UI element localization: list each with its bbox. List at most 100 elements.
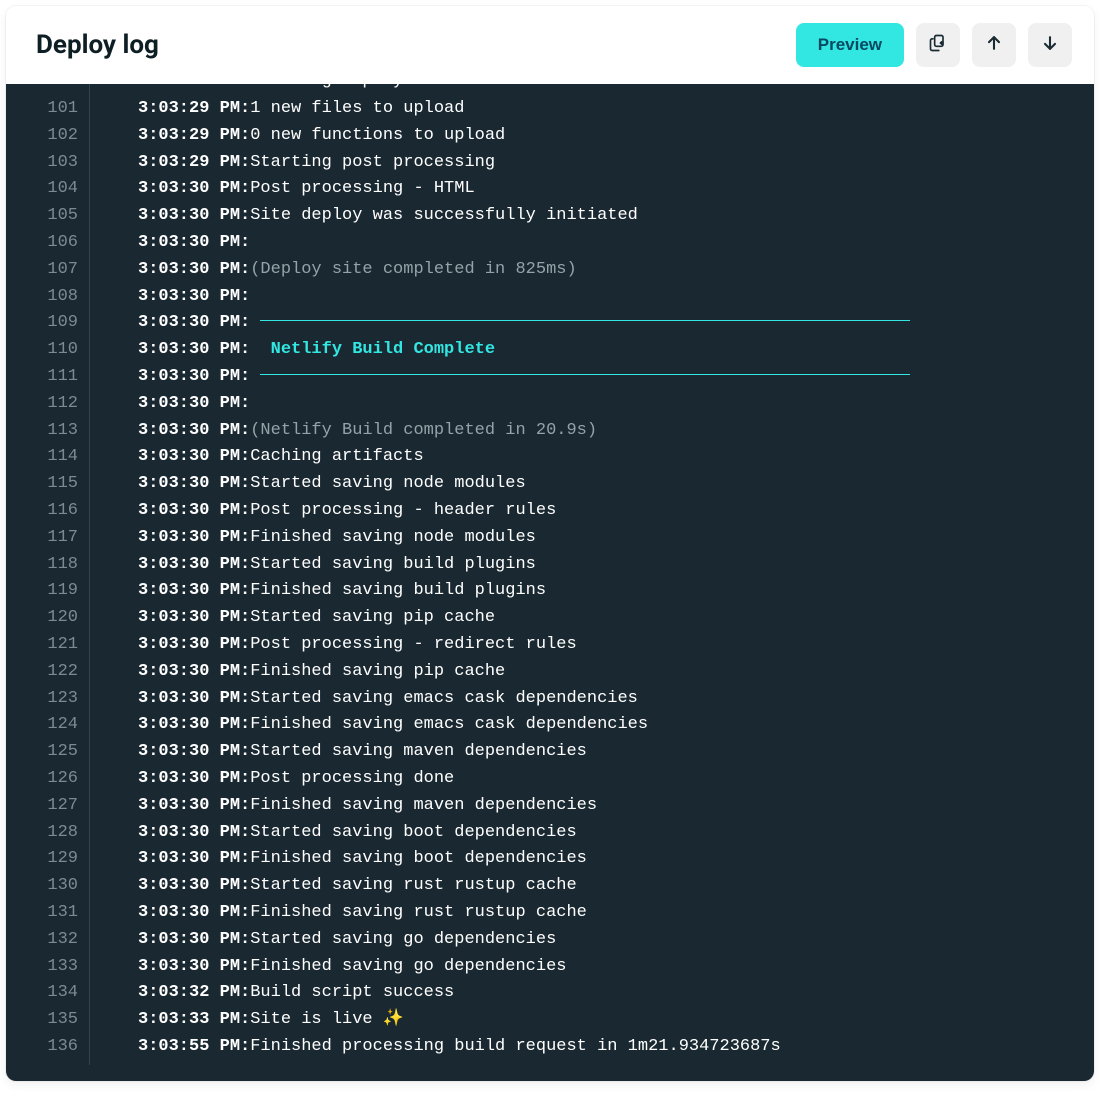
log-content: 3:03:30 PM: Netlify Build Complete (90, 337, 1070, 364)
log-line[interactable]: 1113:03:30 PM: (6, 364, 1070, 391)
log-message: Build script success (250, 980, 454, 1007)
line-number: 100 (6, 84, 90, 95)
log-content: 3:03:30 PM: (90, 310, 1070, 337)
log-line[interactable]: 1303:03:30 PM: Started saving rust rustu… (6, 873, 1070, 900)
log-line[interactable]: 1173:03:30 PM: Finished saving node modu… (6, 525, 1070, 552)
log-line[interactable]: 1233:03:30 PM: Started saving emacs cask… (6, 686, 1070, 713)
log-line[interactable]: 1273:03:30 PM: Finished saving maven dep… (6, 793, 1070, 820)
log-line[interactable]: 1243:03:30 PM: Finished saving emacs cas… (6, 712, 1070, 739)
copy-log-button[interactable] (916, 23, 960, 67)
log-line[interactable]: 1163:03:30 PM: Post processing - header … (6, 498, 1070, 525)
log-line[interactable]: 1323:03:30 PM: Started saving go depende… (6, 927, 1070, 954)
log-line[interactable]: 1343:03:32 PM: Build script success (6, 980, 1070, 1007)
log-line[interactable]: 1183:03:30 PM: Started saving build plug… (6, 552, 1070, 579)
scroll-top-button[interactable] (972, 23, 1016, 67)
log-timestamp: 3:03:30 PM: (138, 739, 250, 766)
log-line[interactable]: 1013:03:29 PM: 1 new files to upload (6, 96, 1070, 123)
log-message: Post processing - HTML (250, 176, 474, 203)
log-line[interactable]: 1263:03:30 PM: Post processing done (6, 766, 1070, 793)
line-number: 117 (6, 525, 90, 552)
log-message: 0 new functions to upload (250, 123, 505, 150)
log-line[interactable]: 1363:03:55 PM: Finished processing build… (6, 1034, 1070, 1061)
line-number: 134 (6, 980, 90, 1007)
log-content: 3:03:30 PM: (Deploy site completed in 82… (90, 257, 1070, 284)
log-timestamp: 3:03:32 PM: (138, 980, 250, 1007)
log-message: Netlify Build Complete (250, 337, 515, 364)
log-message: Finished saving maven dependencies (250, 793, 597, 820)
log-timestamp: 3:03:30 PM: (138, 364, 250, 391)
log-timestamp: 3:03:30 PM: (138, 257, 250, 284)
log-line[interactable]: 1153:03:30 PM: Started saving node modul… (6, 471, 1070, 498)
log-line[interactable]: 1053:03:30 PM: Site deploy was successfu… (6, 203, 1070, 230)
log-line[interactable]: 1333:03:30 PM: Finished saving go depend… (6, 954, 1070, 981)
log-content: 3:03:30 PM: (90, 284, 1070, 311)
log-line[interactable]: 1223:03:30 PM: Finished saving pip cache (6, 659, 1070, 686)
line-number: 128 (6, 820, 90, 847)
log-message: Finished saving node modules (250, 525, 536, 552)
line-number: 106 (6, 230, 90, 257)
line-number: 135 (6, 1007, 90, 1034)
log-message: 1 new files to upload (250, 96, 464, 123)
section-divider (260, 374, 910, 375)
log-line[interactable]: 1253:03:30 PM: Started saving maven depe… (6, 739, 1070, 766)
line-number: 118 (6, 552, 90, 579)
log-line[interactable]: 1123:03:30 PM: (6, 391, 1070, 418)
log-timestamp: 3:03:29 PM: (138, 84, 250, 95)
arrow-up-icon (984, 33, 1004, 58)
line-number: 109 (6, 310, 90, 337)
log-line[interactable]: 1093:03:30 PM: (6, 310, 1070, 337)
log-line[interactable]: 1143:03:30 PM: Caching artifacts (6, 444, 1070, 471)
line-number: 125 (6, 739, 90, 766)
log-line[interactable]: 1203:03:30 PM: Started saving pip cache (6, 605, 1070, 632)
log-content: 3:03:30 PM: Started saving node modules (90, 471, 1070, 498)
log-line[interactable]: 1033:03:29 PM: Starting post processing (6, 150, 1070, 177)
log-message: (Deploy site completed in 825ms) (250, 257, 576, 284)
page-title: Deploy log (36, 30, 159, 60)
log-message: Started saving rust rustup cache (250, 873, 576, 900)
log-message: Caching artifacts (250, 444, 423, 471)
log-message: Finished processing build request in 1m2… (250, 1034, 781, 1061)
log-timestamp: 3:03:30 PM: (138, 793, 250, 820)
line-number: 102 (6, 123, 90, 150)
log-message: Started saving node modules (250, 471, 525, 498)
log-timestamp: 3:03:30 PM: (138, 820, 250, 847)
log-message: Started saving build plugins (250, 552, 536, 579)
log-line[interactable]: 1083:03:30 PM: (6, 284, 1070, 311)
log-content: 3:03:30 PM: Started saving go dependenci… (90, 927, 1070, 954)
log-timestamp: 3:03:30 PM: (138, 605, 250, 632)
log-message: Site deploy was successfully initiated (250, 203, 638, 230)
log-content: 3:03:30 PM: Finished saving go dependenc… (90, 954, 1070, 981)
line-number: 108 (6, 284, 90, 311)
preview-button[interactable]: Preview (796, 23, 904, 67)
log-timestamp: 3:03:30 PM: (138, 766, 250, 793)
log-content: 3:03:30 PM: Started saving pip cache (90, 605, 1070, 632)
log-line[interactable]: 1283:03:30 PM: Started saving boot depen… (6, 820, 1070, 847)
log-timestamp: 3:03:30 PM: (138, 391, 250, 418)
log-line[interactable]: 1023:03:29 PM: 0 new functions to upload (6, 123, 1070, 150)
log-line[interactable]: 1103:03:30 PM: Netlify Build Complete (6, 337, 1070, 364)
log-content: 3:03:30 PM: Started saving emacs cask de… (90, 686, 1070, 713)
log-line[interactable]: 1003:03:29 PM: Creating deploy tree (6, 84, 1070, 96)
log-timestamp: 3:03:33 PM: (138, 1007, 250, 1034)
log-line[interactable]: 1213:03:30 PM: Post processing - redirec… (6, 632, 1070, 659)
log-line[interactable]: 1293:03:30 PM: Finished saving boot depe… (6, 846, 1070, 873)
log-content: 3:03:30 PM: Site deploy was successfully… (90, 203, 1070, 230)
log-timestamp: 3:03:55 PM: (138, 1034, 250, 1061)
log-content: 3:03:30 PM: Post processing done (90, 766, 1070, 793)
log-content: 3:03:32 PM: Build script success (90, 980, 1070, 1007)
log-line[interactable]: 1063:03:30 PM: (6, 230, 1070, 257)
log-timestamp: 3:03:30 PM: (138, 632, 250, 659)
log-line[interactable]: 1043:03:30 PM: Post processing - HTML (6, 176, 1070, 203)
log-line[interactable]: 1073:03:30 PM: (Deploy site completed in… (6, 257, 1070, 284)
log-line[interactable]: 1313:03:30 PM: Finished saving rust rust… (6, 900, 1070, 927)
deploy-log-body[interactable]: 1003:03:29 PM: Creating deploy tree1013:… (6, 84, 1094, 1081)
line-number: 131 (6, 900, 90, 927)
scroll-bottom-button[interactable] (1028, 23, 1072, 67)
log-message: Started saving emacs cask dependencies (250, 686, 638, 713)
log-line[interactable]: 1353:03:33 PM: Site is live ✨ (6, 1007, 1070, 1034)
log-content: 3:03:30 PM: Started saving build plugins (90, 552, 1070, 579)
log-line[interactable]: 1193:03:30 PM: Finished saving build plu… (6, 578, 1070, 605)
log-content: 3:03:30 PM: (90, 364, 1070, 391)
log-line[interactable]: 1133:03:30 PM: (Netlify Build completed … (6, 418, 1070, 445)
line-number: 124 (6, 712, 90, 739)
